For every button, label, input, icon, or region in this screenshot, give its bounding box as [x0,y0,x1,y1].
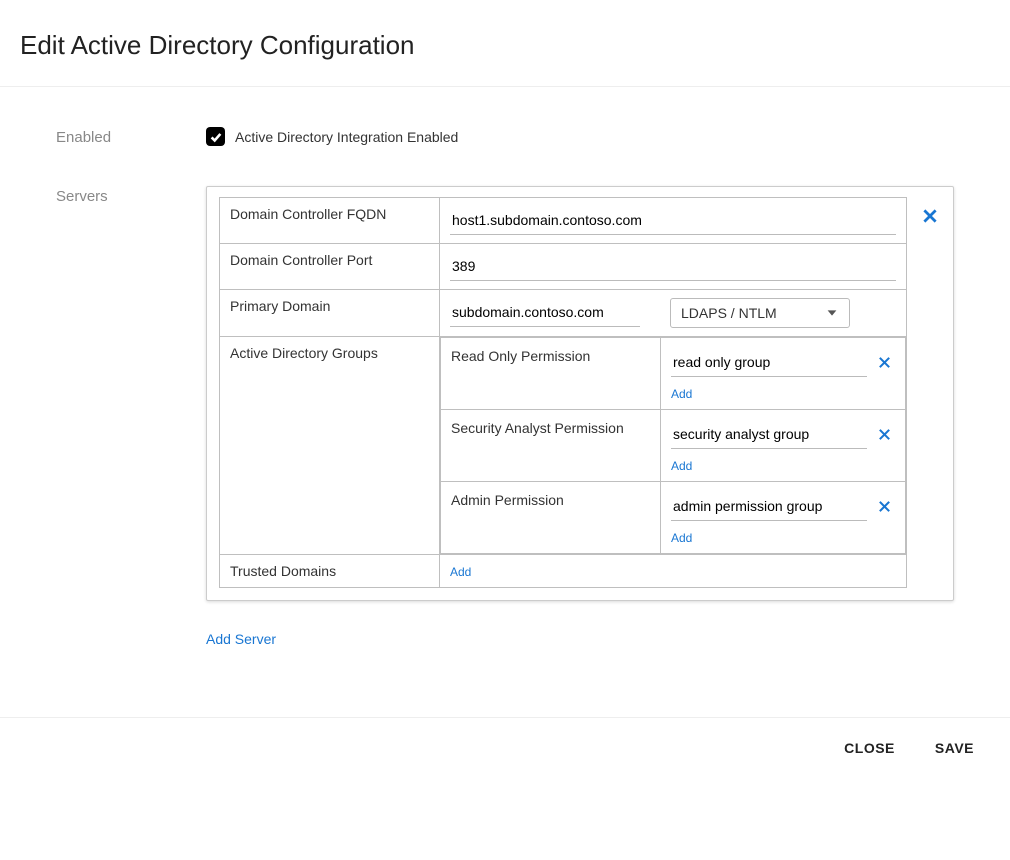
add-trusted-domain-link[interactable]: Add [450,565,471,579]
chevron-down-icon [825,306,839,320]
remove-server-button[interactable] [919,205,941,227]
close-icon [921,207,939,225]
perm-label-2: Admin Permission [441,482,661,554]
enabled-row: Enabled Active Directory Integration Ena… [56,127,954,146]
servers-label: Servers [56,186,206,205]
footer: CLOSE SAVE [0,717,1010,778]
auth-mode-value: LDAPS / NTLM [681,305,777,321]
fqdn-input[interactable] [450,206,896,235]
groups-table: Read Only Permission [440,337,906,554]
enabled-checkbox-label: Active Directory Integration Enabled [235,129,458,145]
page-header: Edit Active Directory Configuration [0,0,1010,87]
port-label: Domain Controller Port [220,244,440,290]
close-icon [877,355,892,370]
page-title: Edit Active Directory Configuration [20,30,990,61]
remove-group-button-2[interactable] [873,496,895,518]
save-button[interactable]: SAVE [935,740,974,756]
servers-row: Servers Domain Controller FQDN [56,186,954,647]
add-server-link[interactable]: Add Server [206,631,276,647]
close-button[interactable]: CLOSE [844,740,895,756]
add-group-link-2[interactable]: Add [671,531,692,545]
close-icon [877,499,892,514]
primary-domain-label: Primary Domain [220,290,440,337]
auth-mode-select[interactable]: LDAPS / NTLM [670,298,850,328]
check-icon [209,130,223,144]
groups-label: Active Directory Groups [220,337,440,555]
perm-label-0: Read Only Permission [441,338,661,410]
add-group-link-0[interactable]: Add [671,387,692,401]
fqdn-label: Domain Controller FQDN [220,198,440,244]
port-input[interactable] [450,252,896,281]
trusted-domains-label: Trusted Domains [220,555,440,588]
add-group-link-1[interactable]: Add [671,459,692,473]
group-input-1[interactable] [671,420,867,449]
remove-group-button-1[interactable] [873,424,895,446]
primary-domain-input[interactable] [450,298,640,327]
group-input-0[interactable] [671,348,867,377]
server-table: Domain Controller FQDN Domain Controller… [219,197,907,588]
group-input-2[interactable] [671,492,867,521]
enabled-label: Enabled [56,127,206,146]
enabled-checkbox[interactable] [206,127,225,146]
close-icon [877,427,892,442]
perm-label-1: Security Analyst Permission [441,410,661,482]
content-area: Enabled Active Directory Integration Ena… [0,87,1010,717]
server-card: Domain Controller FQDN Domain Controller… [206,186,954,601]
remove-group-button-0[interactable] [873,352,895,374]
